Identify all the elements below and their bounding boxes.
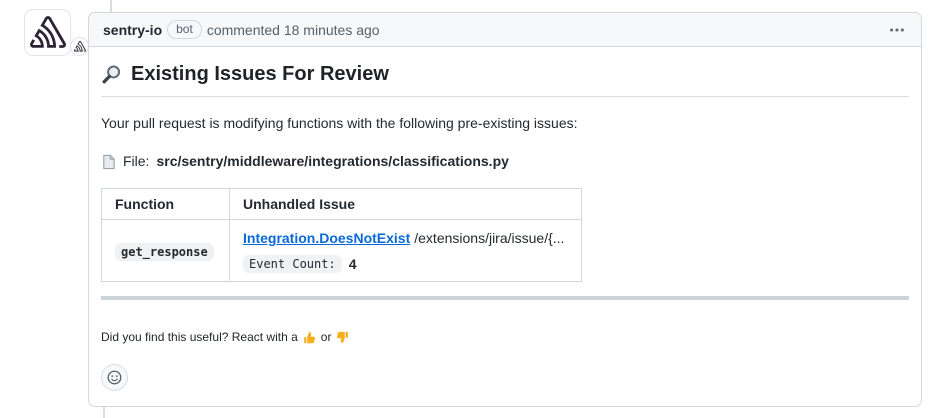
table-header-row: Function Unhandled Issue — [102, 189, 582, 220]
issue-context: /extensions/jira/issue/{... — [414, 230, 564, 246]
search-icon — [101, 64, 122, 85]
timeline-line-bottom — [103, 406, 105, 418]
feedback-prompt: Did you find this useful? React with a o… — [101, 330, 909, 344]
page-icon — [101, 154, 116, 170]
event-count-value: 4 — [349, 256, 357, 272]
bot-badge: bot — [167, 20, 202, 39]
comment-header: sentry-io bot commented 18 minutes ago — [89, 13, 921, 47]
thumbs-down-icon — [336, 331, 349, 344]
avatar-bot-badge — [70, 37, 89, 56]
section-title: Existing Issues For Review — [101, 62, 909, 97]
intro-text: Your pull request is modifying functions… — [101, 113, 909, 134]
table-row: get_response Integration.DoesNotExist/ex… — [102, 220, 582, 282]
function-cell: get_response — [102, 220, 230, 282]
feedback-text: Did you find this useful? React with a — [101, 330, 298, 344]
function-code: get_response — [115, 243, 214, 261]
smiley-icon — [107, 370, 122, 385]
comment-body: Existing Issues For Review Your pull req… — [89, 62, 921, 405]
issue-link[interactable]: Integration.DoesNotExist — [243, 230, 410, 246]
thumbs-up-icon — [303, 331, 316, 344]
author-link[interactable]: sentry-io — [103, 22, 162, 38]
issues-table: Function Unhandled Issue get_response In… — [101, 188, 582, 282]
kebab-horizontal-icon — [889, 22, 905, 38]
issue-cell: Integration.DoesNotExist/extensions/jira… — [230, 220, 582, 282]
issue-line: Integration.DoesNotExist/extensions/jira… — [243, 228, 568, 249]
event-count-label: Event Count: — [243, 255, 342, 273]
comment-card: sentry-io bot commented 18 minutes ago E… — [88, 12, 922, 407]
file-path: src/sentry/middleware/integrations/class… — [156, 151, 508, 172]
sentry-logo-icon-small — [74, 41, 86, 52]
feedback-or-text: or — [321, 330, 332, 344]
comment-timestamp-link[interactable]: commented 18 minutes ago — [207, 22, 380, 38]
section-title-text: Existing Issues For Review — [131, 62, 389, 87]
file-line: File: src/sentry/middleware/integrations… — [101, 151, 909, 172]
column-header-function: Function — [102, 189, 230, 220]
sentry-logo-icon — [30, 16, 66, 49]
file-label: File: — [123, 151, 149, 172]
add-reaction-button[interactable] — [101, 364, 128, 391]
column-header-issue: Unhandled Issue — [230, 189, 582, 220]
event-count-line: Event Count: 4 — [243, 255, 568, 273]
divider — [101, 296, 909, 300]
pr-timeline: sentry-io bot commented 18 minutes ago E… — [0, 0, 937, 418]
comment-options-button[interactable] — [887, 20, 907, 40]
avatar[interactable] — [24, 9, 71, 56]
